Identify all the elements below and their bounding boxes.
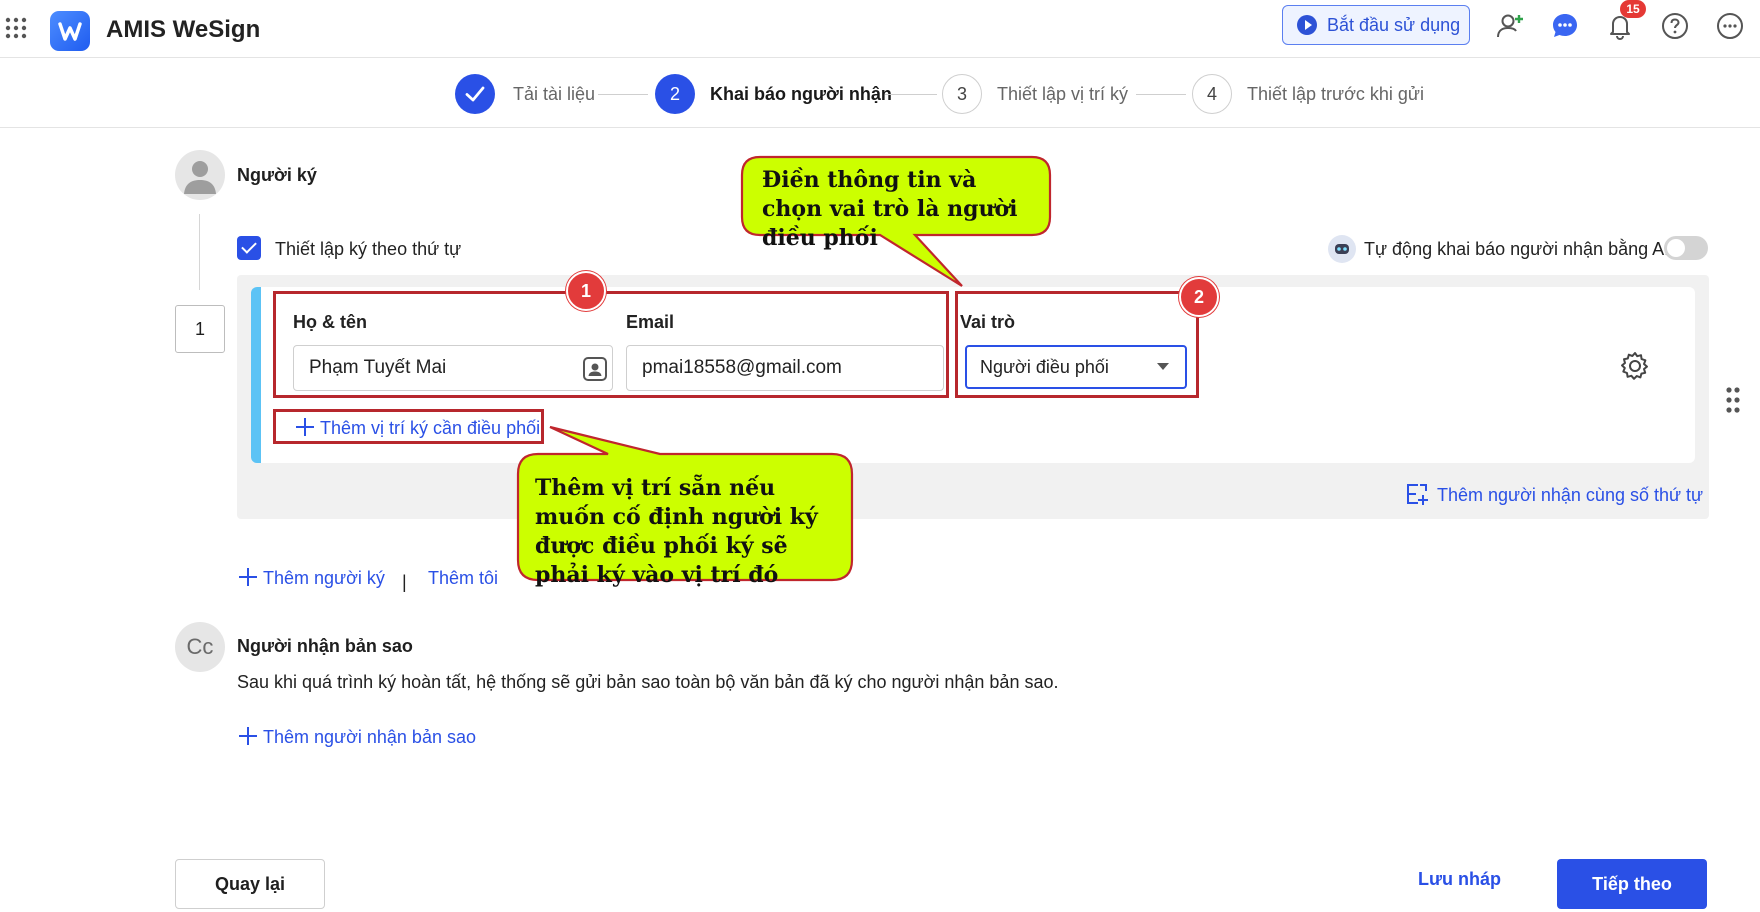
callout-text-bottom: Thêm vị trí sẵn nếu muốn cố định người k…: [535, 475, 818, 588]
plus-icon: [239, 727, 257, 745]
next-button[interactable]: Tiếp theo: [1557, 859, 1707, 909]
add-cc-recipient-label: Thêm người nhận bản sao: [263, 727, 476, 747]
annotation-callouts: [516, 155, 1052, 582]
add-cc-recipient-link[interactable]: Thêm người nhận bản sao: [239, 727, 476, 748]
cc-description: Sau khi quá trình ký hoàn tất, hệ thống …: [237, 672, 1059, 692]
cc-title: Người nhận bản sao: [237, 636, 413, 656]
back-button[interactable]: Quay lại: [175, 859, 325, 909]
annotation-badge-1: 1: [566, 271, 606, 311]
cc-avatar: Cc: [175, 622, 225, 672]
callout-text-top: Điền thông tin và chọn vai trò là người …: [762, 167, 1018, 251]
save-draft-button[interactable]: Lưu nháp: [1418, 869, 1501, 890]
annotation-badge-2: 2: [1179, 277, 1219, 317]
